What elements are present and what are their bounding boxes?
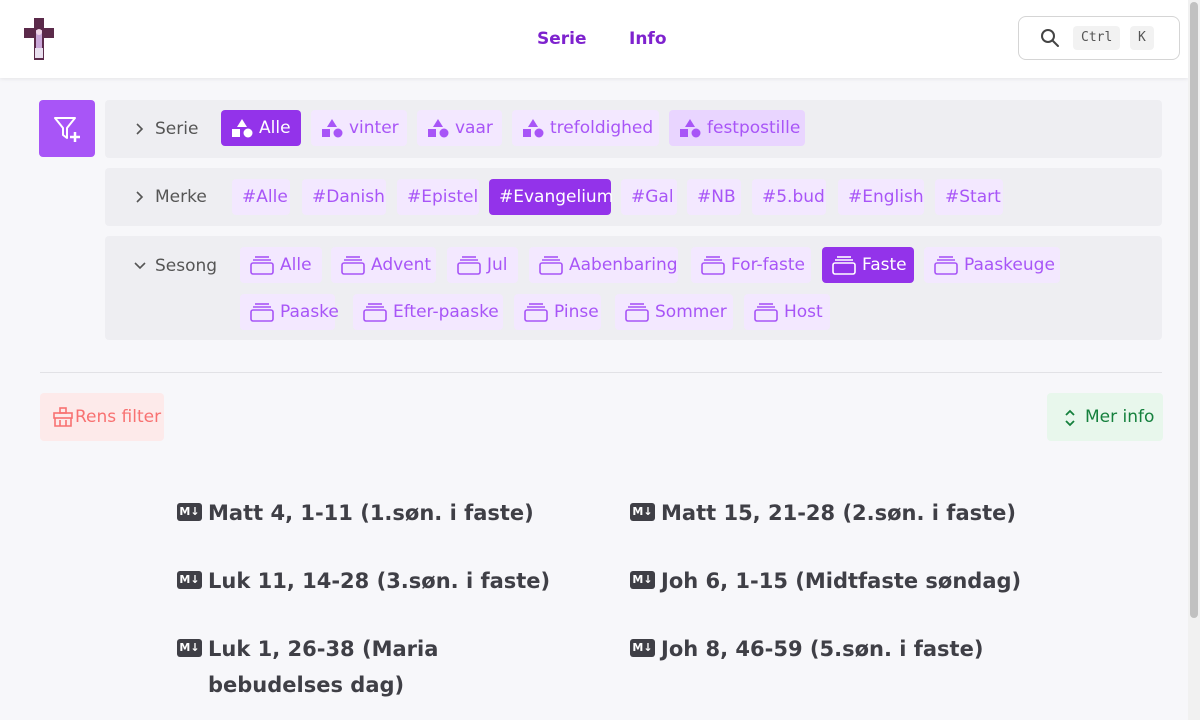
merke-label: Merke [155, 187, 207, 207]
more-info-label: Mer info [1085, 407, 1155, 427]
add-filter-button[interactable] [39, 100, 95, 157]
reading-item[interactable]: M↓ Matt 4, 1-11 (1.søn. i faste) [177, 495, 577, 531]
shortcut-k: K [1130, 26, 1154, 50]
chevron-up-down-icon [1065, 409, 1075, 427]
shapes-icon [680, 119, 701, 138]
chip-sesong-for-faste[interactable]: For-faste [691, 247, 811, 283]
chip-sesong-paaske[interactable]: Paaske [240, 294, 339, 330]
shortcut-ctrl: Ctrl [1073, 26, 1121, 50]
nav-serie[interactable]: Serie [537, 29, 587, 49]
chip-merke-english[interactable]: #English [838, 179, 924, 215]
sesong-label: Sesong [155, 256, 218, 276]
chip-merke-start[interactable]: #Start [935, 179, 1003, 215]
chip-sesong-aabenbaring[interactable]: Aabenbaring [529, 247, 678, 283]
layers-icon [539, 256, 563, 275]
chip-merke-danish[interactable]: #Danish [302, 179, 386, 215]
shapes-icon [232, 119, 253, 138]
broom-icon [53, 407, 73, 427]
chip-serie-vaar[interactable]: vaar [417, 110, 502, 146]
markdown-icon: M↓ [630, 571, 655, 589]
serie-toggle[interactable]: Serie [133, 119, 198, 139]
chip-sesong-host[interactable]: Host [744, 294, 830, 330]
layers-icon [701, 256, 725, 275]
chevron-right-icon [136, 191, 144, 203]
chip-sesong-paaskeuge[interactable]: Paaskeuge [924, 247, 1060, 283]
chevron-down-icon [134, 262, 146, 270]
layers-icon [250, 256, 274, 275]
nav-info[interactable]: Info [629, 29, 667, 49]
chip-merke-alle[interactable]: #Alle [232, 179, 290, 215]
chip-sesong-sommer[interactable]: Sommer [615, 294, 733, 330]
layers-icon [457, 256, 481, 275]
serie-label: Serie [155, 119, 199, 139]
filter-row-sesong: Sesong Alle Advent Jul Aabenbaring For-faste… [105, 236, 1162, 340]
chip-merke-nb[interactable]: #NB [687, 179, 741, 215]
markdown-icon: M↓ [177, 571, 202, 589]
layers-icon [832, 256, 856, 275]
shapes-icon [322, 119, 343, 138]
chip-sesong-advent[interactable]: Advent [331, 247, 436, 283]
chip-merke-gal[interactable]: #Gal [621, 179, 677, 215]
layers-icon [524, 303, 548, 322]
clear-filter-label: Rens filter [75, 407, 162, 427]
reading-item[interactable]: M↓ Luk 1, 26-38 (Maria bebudelses dag) [177, 631, 577, 703]
chip-merke-evangelium[interactable]: #Evangelium [489, 179, 613, 215]
chip-serie-festpostille[interactable]: festpostille [669, 110, 805, 146]
page-scrollbar[interactable] [1188, 0, 1200, 720]
search-button[interactable]: Ctrl K [1018, 16, 1180, 60]
markdown-icon: M↓ [177, 503, 202, 521]
top-header: Serie Info Ctrl K [0, 0, 1188, 78]
chip-sesong-efter-paaske[interactable]: Efter-paaske [353, 294, 503, 330]
section-divider [40, 372, 1162, 373]
layers-icon [625, 303, 649, 322]
chip-merke-epistel[interactable]: #Epistel [397, 179, 479, 215]
scrollbar-thumb[interactable] [1190, 2, 1198, 618]
reading-item[interactable]: M↓ Matt 15, 21-28 (2.søn. i faste) [630, 495, 1050, 531]
clear-filter-button[interactable]: Rens filter [40, 393, 164, 441]
markdown-icon: M↓ [630, 639, 655, 657]
layers-icon [934, 256, 958, 275]
chip-serie-trefoldighed[interactable]: trefoldighed [512, 110, 659, 146]
chip-sesong-jul[interactable]: Jul [447, 247, 518, 283]
filter-row-merke: Merke #Alle #Danish #Epistel #Evangelium… [105, 168, 1162, 226]
merke-toggle[interactable]: Merke [133, 187, 207, 207]
sesong-toggle[interactable]: Sesong [133, 256, 217, 276]
site-logo[interactable] [24, 18, 54, 60]
search-icon [1040, 28, 1060, 53]
filter-plus-icon [54, 117, 80, 142]
markdown-icon: M↓ [177, 639, 202, 657]
reading-item[interactable]: M↓ Luk 11, 14-28 (3.søn. i faste) [177, 563, 577, 599]
layers-icon [250, 303, 274, 322]
chip-serie-alle[interactable]: Alle [221, 110, 301, 146]
reading-item[interactable]: M↓ Joh 8, 46-59 (5.søn. i faste) [630, 631, 1050, 667]
reading-item[interactable]: M↓ Joh 6, 1-15 (Midtfaste søndag) [630, 563, 1050, 599]
chip-merke-5bud[interactable]: #5.bud [752, 179, 826, 215]
markdown-icon: M↓ [630, 503, 655, 521]
chip-sesong-faste[interactable]: Faste [822, 247, 914, 283]
chip-serie-vinter[interactable]: vinter [311, 110, 407, 146]
chip-sesong-pinse[interactable]: Pinse [514, 294, 601, 330]
shapes-icon [523, 119, 544, 138]
layers-icon [363, 303, 387, 322]
more-info-button[interactable]: Mer info [1047, 393, 1163, 441]
filter-row-serie: Serie Alle vinter vaar trefoldighed fest… [105, 100, 1162, 158]
chip-sesong-alle[interactable]: Alle [240, 247, 322, 283]
chevron-right-icon [136, 123, 144, 135]
shapes-icon [428, 119, 449, 138]
layers-icon [754, 303, 778, 322]
layers-icon [341, 256, 365, 275]
